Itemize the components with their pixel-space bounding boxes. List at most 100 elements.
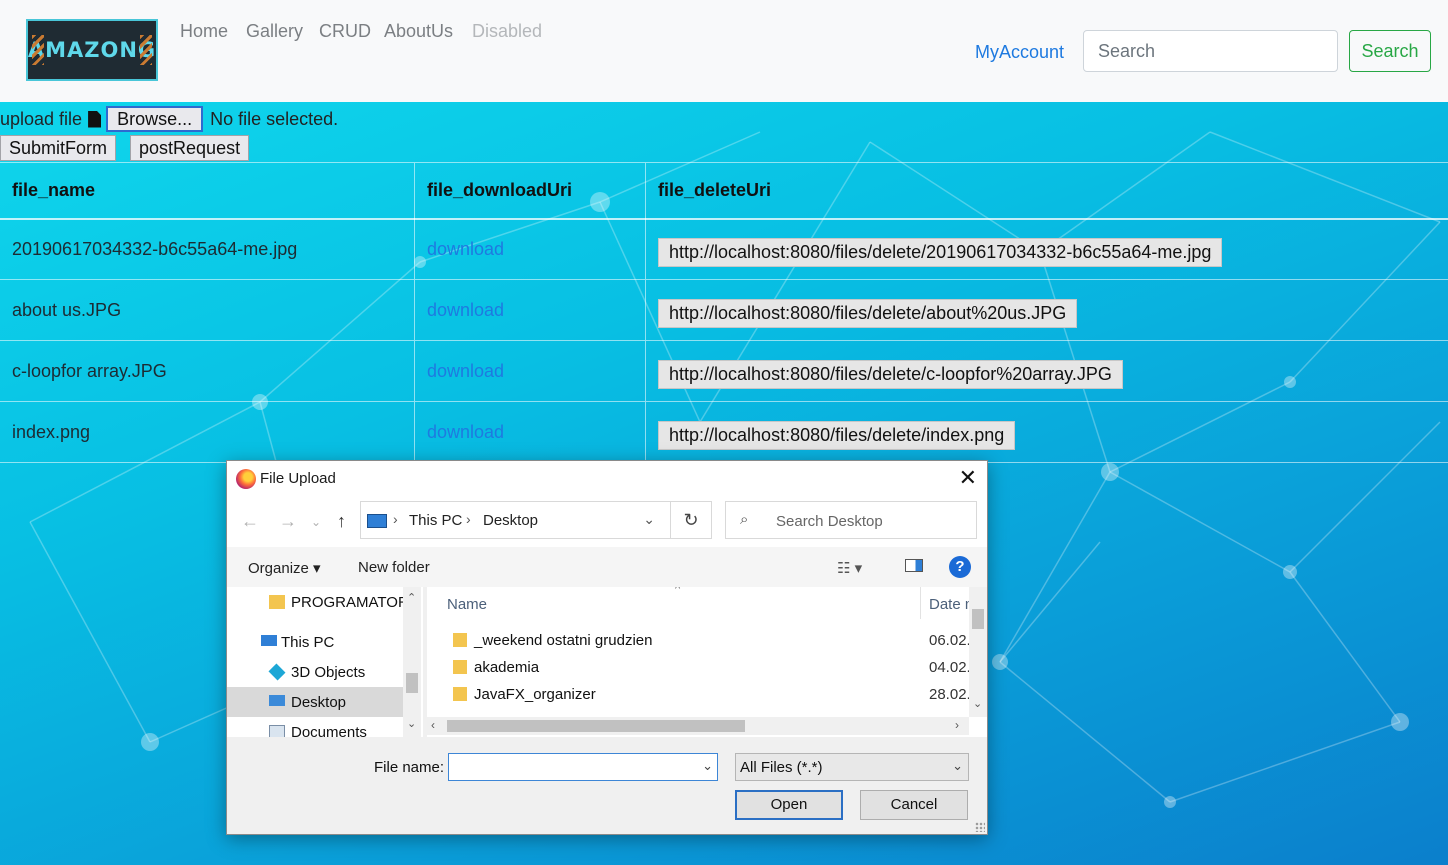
nav-item-label: PROGRAMATOR, (291, 594, 413, 611)
search-icon: ⌕ (740, 511, 749, 528)
logo-stripe-right (140, 35, 152, 65)
view-options-icon[interactable]: ☷ ▾ (837, 559, 862, 577)
form-buttons: SubmitForm postRequest (0, 135, 250, 161)
crumb-desktop[interactable]: Desktop (483, 512, 538, 529)
column-divider[interactable] (920, 587, 921, 619)
delete-button[interactable]: http://localhost:8080/files/delete/index… (658, 420, 1016, 450)
nav-item-label: This PC (281, 634, 335, 651)
file-type-value: All Files (*.*) (740, 759, 823, 776)
file-list-scrollbar[interactable]: ⌄ (969, 587, 987, 717)
navbar: AMAZONG Home Gallery CRUD AboutUs Disabl… (0, 0, 1448, 102)
nav-gallery[interactable]: Gallery (246, 21, 303, 42)
crumb-separator-icon: › (393, 511, 398, 527)
search-desktop-box[interactable]: ⌕ Search Desktop (725, 501, 977, 539)
up-arrow-icon[interactable]: ↑ (337, 511, 346, 532)
brand-logo[interactable]: AMAZONG (26, 19, 158, 81)
file-name-cell: c-loopfor array.JPG (0, 340, 415, 402)
cancel-button[interactable]: Cancel (860, 790, 968, 820)
nav-item-label: 3D Objects (291, 664, 366, 681)
file-name-label: File name: (374, 759, 445, 776)
nav-disabled: Disabled (472, 21, 543, 41)
download-link[interactable]: download (427, 361, 504, 381)
forward-arrow-icon[interactable]: → (279, 511, 297, 532)
file-list-pane: ^ Name Date m _weekend ostatni grudzien … (427, 587, 987, 737)
organize-button[interactable]: Organize ▾ (248, 559, 321, 577)
submit-form-button[interactable]: SubmitForm (0, 135, 117, 161)
scroll-left-icon[interactable]: ‹ (431, 718, 435, 732)
delete-button[interactable]: http://localhost:8080/files/delete/about… (658, 298, 1078, 328)
path-box[interactable]: › This PC › Desktop ⌄ (360, 501, 710, 539)
help-icon[interactable]: ? (949, 556, 971, 578)
nav-home[interactable]: Home (180, 21, 228, 42)
search-button[interactable]: Search (1349, 30, 1431, 72)
nav-item-label: Documents (291, 724, 367, 737)
header-file-name: file_name (0, 162, 415, 219)
new-folder-button[interactable]: New folder (358, 559, 430, 576)
post-request-button[interactable]: postRequest (130, 135, 250, 161)
scroll-down-icon[interactable]: ⌄ (407, 717, 416, 730)
preview-pane-icon[interactable] (905, 559, 923, 572)
nav-item-this-pc[interactable]: This PC (227, 627, 403, 657)
nav-crud[interactable]: CRUD (319, 21, 371, 42)
pc-icon (367, 514, 387, 528)
list-item[interactable]: _weekend ostatni grudzien 06.02.2 (427, 628, 969, 654)
chevron-down-icon[interactable]: ⌄ (643, 511, 655, 528)
nav-item-desktop[interactable]: Desktop (227, 687, 403, 717)
list-item[interactable]: JavaFX_organizer 28.02.2 (427, 682, 969, 708)
back-arrow-icon[interactable]: ← (241, 511, 259, 532)
resize-grip-icon[interactable] (975, 822, 985, 832)
download-link[interactable]: download (427, 239, 504, 259)
horizontal-scrollbar[interactable]: ‹ › (427, 717, 969, 735)
file-item-date: 06.02.2 (929, 632, 969, 649)
header-download-uri: file_downloadUri (414, 162, 646, 219)
nav-item-programator[interactable]: PROGRAMATOR, (227, 587, 413, 617)
recent-chevron-icon[interactable]: ⌄ (311, 515, 321, 529)
chevron-down-icon[interactable]: ⌄ (702, 758, 713, 774)
table-row: index.png download http://localhost:8080… (0, 401, 1448, 463)
scroll-thumb[interactable] (406, 673, 418, 693)
nav-aboutus[interactable]: AboutUs (384, 21, 453, 42)
logo-stripe-left (32, 35, 44, 65)
file-name-cell: index.png (0, 401, 415, 463)
scroll-right-icon[interactable]: › (955, 718, 959, 732)
close-icon[interactable]: ✕ (959, 465, 977, 491)
column-header-name[interactable]: Name (447, 596, 487, 613)
my-account-link[interactable]: MyAccount (975, 42, 1064, 63)
crumb-this-pc[interactable]: This PC (409, 512, 462, 529)
crumb-separator-icon: › (466, 511, 471, 527)
download-link[interactable]: download (427, 300, 504, 320)
file-item-name: akademia (474, 659, 540, 676)
file-icon (88, 110, 102, 128)
files-table: file_name file_downloadUri file_deleteUr… (0, 162, 1448, 463)
file-name-cell: about us.JPG (0, 279, 415, 341)
table-row: about us.JPG download http://localhost:8… (0, 279, 1448, 341)
file-name-input[interactable]: ⌄ (448, 753, 718, 781)
delete-button[interactable]: http://localhost:8080/files/delete/20190… (658, 237, 1223, 267)
header-delete-uri: file_deleteUri (658, 179, 772, 200)
download-link[interactable]: download (427, 422, 504, 442)
nav-item-label: Desktop (291, 694, 347, 711)
nav-scrollbar[interactable]: ⌃ ⌄ (403, 587, 421, 737)
browse-button[interactable]: Browse... (107, 107, 203, 131)
desktop-icon (269, 695, 285, 706)
scroll-thumb[interactable] (447, 720, 745, 732)
scroll-up-icon[interactable]: ⌃ (407, 591, 416, 604)
search-input[interactable] (1083, 30, 1338, 72)
dialog-titlebar[interactable]: File Upload ✕ (227, 461, 987, 497)
cube-icon (268, 663, 286, 681)
refresh-icon[interactable]: ↻ (670, 501, 712, 539)
sort-ascending-icon: ^ (675, 587, 681, 595)
file-type-select[interactable]: All Files (*.*) ⌄ (735, 753, 969, 781)
file-item-name: _weekend ostatni grudzien (474, 632, 653, 649)
list-item[interactable]: akademia 04.02.2 (427, 655, 969, 681)
upload-label: upload file (0, 108, 83, 129)
nav-item-documents[interactable]: Documents (227, 717, 403, 737)
scroll-down-icon[interactable]: ⌄ (973, 697, 982, 710)
scroll-thumb[interactable] (972, 609, 984, 629)
open-button[interactable]: Open (735, 790, 843, 820)
folder-icon (269, 595, 285, 609)
file-item-name: JavaFX_organizer (474, 686, 596, 703)
folder-icon (453, 687, 467, 701)
nav-item-3d-objects[interactable]: 3D Objects (227, 657, 403, 687)
delete-button[interactable]: http://localhost:8080/files/delete/c-loo… (658, 359, 1123, 389)
